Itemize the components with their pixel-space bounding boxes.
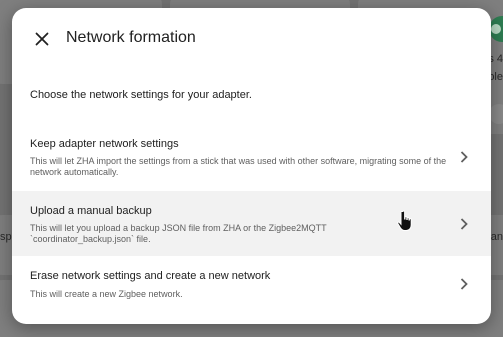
chevron-right-icon <box>457 150 471 164</box>
background-text: sp <box>0 231 12 243</box>
background-text: an <box>490 231 503 243</box>
background-avatar <box>489 104 503 124</box>
option-title: Upload a manual backup <box>30 205 152 217</box>
option-keep-adapter-settings[interactable]: Keep adapter network settings This will … <box>12 126 491 190</box>
background-badge-icon <box>491 24 501 34</box>
option-erase-create-network[interactable]: Erase network settings and create a new … <box>12 257 491 311</box>
option-upload-manual-backup[interactable]: Upload a manual backup This will let you… <box>12 191 491 256</box>
dialog-title: Network formation <box>66 29 196 46</box>
option-title: Keep adapter network settings <box>30 138 179 150</box>
option-description: This will let ZHA import the settings fr… <box>30 156 447 177</box>
chevron-right-icon <box>457 277 471 291</box>
close-icon <box>35 32 49 46</box>
option-description: This will create a new Zigbee network. <box>30 289 183 299</box>
network-formation-dialog: Network formation Choose the network set… <box>12 8 491 324</box>
dialog-header: Network formation <box>12 8 491 68</box>
hand-pointer-cursor <box>397 210 412 231</box>
dialog-intro-text: Choose the network settings for your ada… <box>30 89 252 101</box>
close-button[interactable] <box>30 27 54 51</box>
chevron-right-icon <box>457 217 471 231</box>
option-description: This will let you upload a backup JSON f… <box>30 223 327 244</box>
option-title: Erase network settings and create a new … <box>30 270 271 282</box>
